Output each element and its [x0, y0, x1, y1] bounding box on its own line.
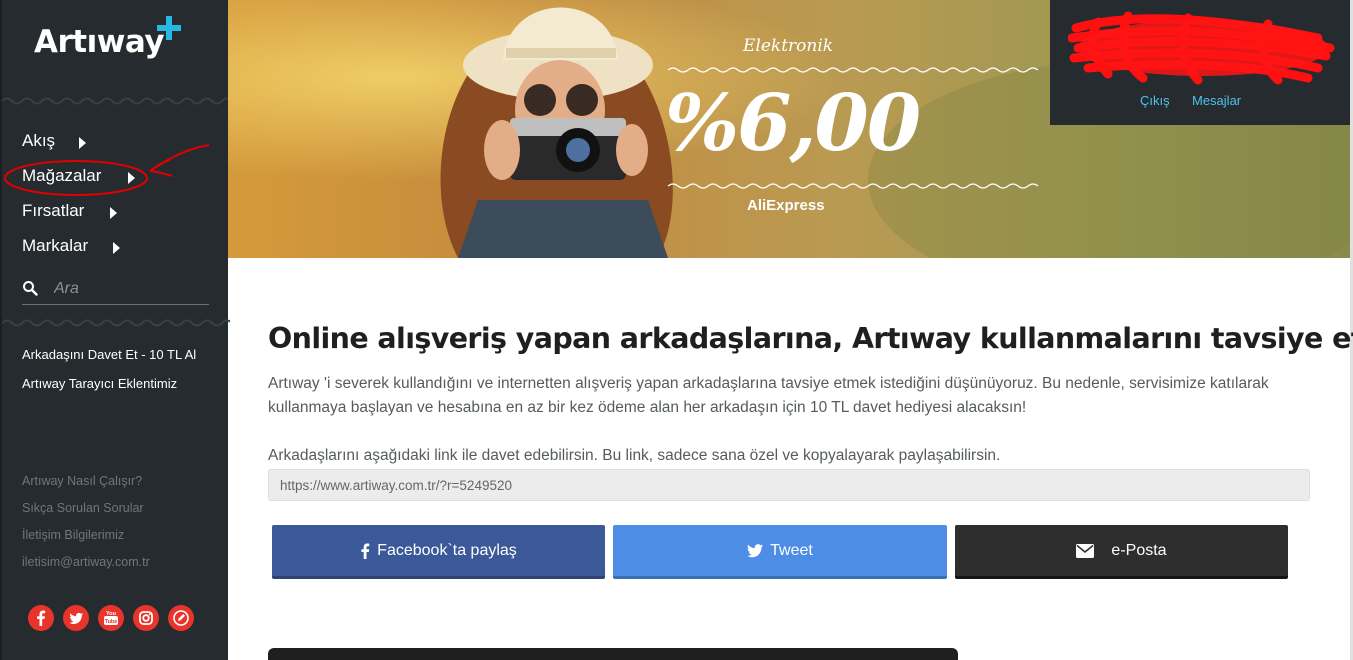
email-share-label: e-Posta — [1111, 541, 1167, 559]
email-share-button[interactable]: e-Posta — [955, 525, 1288, 576]
nav-label: Fırsatlar — [22, 201, 85, 220]
tweet-button[interactable]: Tweet — [613, 525, 947, 576]
logo[interactable]: Artıway — [34, 24, 165, 60]
next-section-heading — [268, 648, 968, 660]
twitter-icon[interactable] — [63, 605, 89, 631]
annotation-circle — [4, 144, 210, 196]
search-icon — [23, 281, 38, 296]
twitter-icon — [747, 543, 764, 557]
chevron-right-icon — [113, 242, 120, 254]
facebook-share-label: Facebook`ta paylaş — [377, 541, 517, 559]
nav-item-markalar[interactable]: Markalar — [22, 236, 88, 256]
facebook-share-button[interactable]: Facebook`ta paylaş — [272, 525, 605, 576]
contact-email-link[interactable]: iletisim@artiway.com.tr — [22, 555, 150, 569]
faq-link[interactable]: Sıkça Sorulan Sorular — [22, 501, 144, 515]
search-bar — [22, 276, 209, 305]
facebook-icon — [361, 543, 370, 559]
envelope-icon — [1076, 543, 1095, 558]
sidebar: Artıway Akış Mağazalar Fırsatlar Markala… — [0, 0, 230, 660]
instagram-icon[interactable] — [133, 605, 159, 631]
messages-link[interactable]: Mesajlar — [1192, 93, 1241, 108]
invite-instructions: Arkadaşlarını aşağıdaki link ile davet e… — [268, 447, 1001, 464]
hero-category: Elektronik — [743, 36, 834, 56]
svg-text:Tube: Tube — [105, 619, 118, 625]
blog-icon[interactable] — [168, 605, 194, 631]
contact-link[interactable]: İletişim Bilgilerimiz — [22, 528, 124, 542]
plus-icon — [157, 16, 181, 40]
divider — [2, 319, 230, 327]
nav-item-firsatlar[interactable]: Fırsatlar — [22, 201, 84, 221]
page-title: Online alışveriş yapan arkadaşlarına, Ar… — [268, 322, 1353, 355]
redacted-username — [1068, 11, 1335, 85]
hero-store-name: AliExpress — [747, 197, 825, 214]
hero-cashback-rate: %6,00 — [665, 78, 921, 169]
invite-link-field[interactable] — [268, 469, 1310, 501]
user-panel: Çıkış Mesajlar — [1050, 0, 1350, 125]
youtube-icon[interactable]: You Tube — [98, 605, 124, 631]
facebook-icon[interactable] — [28, 605, 54, 631]
tweet-label: Tweet — [770, 541, 813, 559]
logout-link[interactable]: Çıkış — [1140, 93, 1170, 108]
invite-friend-link[interactable]: Arkadaşını Davet Et - 10 TL Al — [22, 347, 196, 362]
chevron-right-icon — [110, 207, 117, 219]
divider — [2, 97, 230, 105]
invite-description: Artıway 'i severek kullandığını ve inter… — [268, 375, 1269, 416]
svg-text:You: You — [106, 611, 116, 617]
nav-label: Markalar — [22, 236, 89, 255]
search-input[interactable] — [52, 276, 206, 302]
how-it-works-link[interactable]: Artıway Nasıl Çalışır? — [22, 474, 142, 488]
browser-extension-link[interactable]: Artıway Tarayıcı Eklentimiz — [22, 376, 177, 391]
